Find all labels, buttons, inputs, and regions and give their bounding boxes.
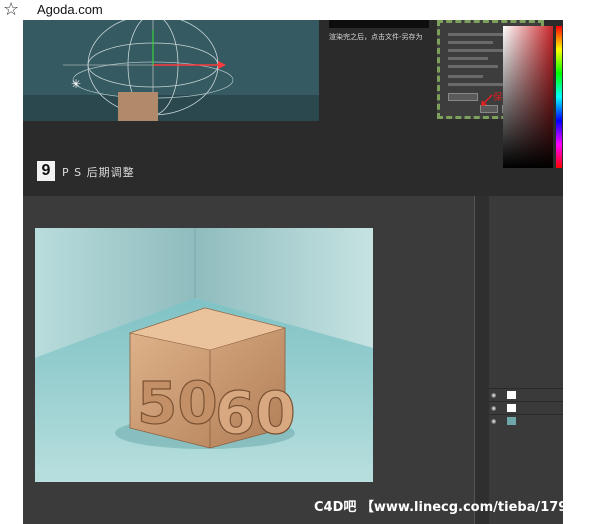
caption-bar bbox=[329, 20, 429, 28]
photoshop-screenshot: 50 60 bbox=[23, 196, 563, 524]
arrow-icon bbox=[481, 94, 493, 106]
layer-row[interactable]: ◉ bbox=[489, 414, 563, 427]
site-title: Agoda.com bbox=[37, 2, 103, 17]
c4d-viewport-image: ✳ bbox=[23, 20, 319, 121]
article-content: ✳ 渲染完之后，点击文件-另存为 保存 9 P S 后期调整 50 60 ◉ ◉… bbox=[23, 20, 563, 524]
dialog-option-button bbox=[448, 93, 478, 101]
ps-tool-strip[interactable] bbox=[474, 196, 489, 524]
layer-row[interactable]: ◉ bbox=[489, 388, 563, 401]
eye-icon[interactable]: ◉ bbox=[491, 405, 496, 412]
render-canvas: 50 60 bbox=[35, 228, 373, 482]
render-caption: 渲染完之后，点击文件-另存为 bbox=[329, 33, 423, 41]
watermark-text: C4D吧 【www.linecg.com/tieba/1799】 bbox=[314, 500, 590, 515]
browser-bar: ☆ Agoda.com bbox=[0, 0, 600, 20]
star-icon[interactable]: ☆ bbox=[3, 0, 19, 20]
layer-thumbnail bbox=[507, 404, 516, 412]
artwork-number-50: 50 bbox=[137, 369, 218, 437]
svg-text:✳: ✳ bbox=[71, 77, 81, 91]
section-number-badge: 9 bbox=[37, 161, 55, 181]
color-picker-field[interactable] bbox=[503, 26, 553, 168]
eye-icon[interactable]: ◉ bbox=[491, 418, 496, 425]
artwork-number-60: 60 bbox=[215, 379, 296, 447]
eye-icon[interactable]: ◉ bbox=[491, 392, 496, 399]
ps-panels bbox=[489, 196, 563, 524]
layer-thumbnail bbox=[507, 417, 516, 425]
hue-slider[interactable] bbox=[556, 26, 562, 168]
layer-thumbnail bbox=[507, 391, 516, 399]
layer-row[interactable]: ◉ bbox=[489, 401, 563, 414]
page-margin bbox=[563, 20, 600, 524]
section-title: P S 后期调整 bbox=[62, 166, 135, 179]
